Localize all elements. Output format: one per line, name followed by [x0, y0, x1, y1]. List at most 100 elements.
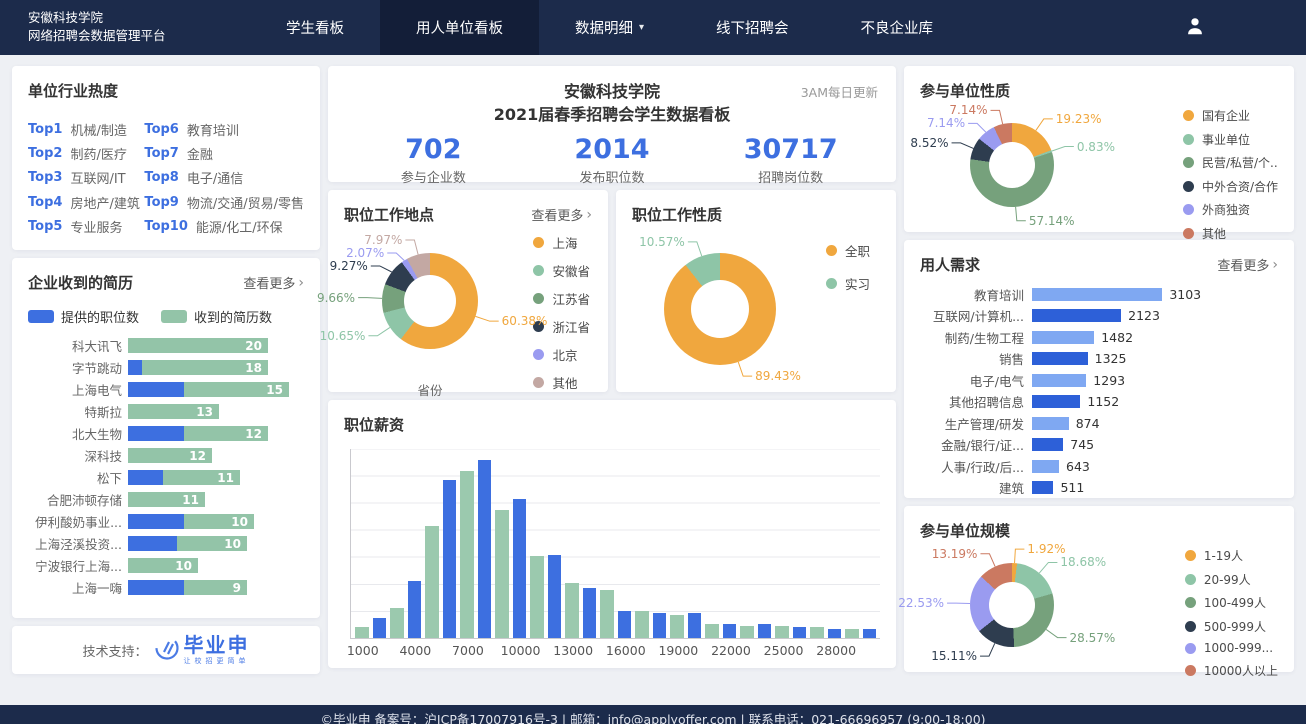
demand-category: 生产管理/研发	[920, 414, 1032, 433]
salary-x-axis: 1000400070001000013000160001900022000250…	[354, 639, 880, 659]
bar-value-label: 10	[175, 559, 198, 573]
salary-bin-bar	[513, 499, 527, 638]
industry-rank: Top4	[28, 195, 62, 210]
nav-item-employer-board[interactable]: 用人单位看板	[380, 0, 539, 55]
tech-support-label: 技术支持：	[82, 641, 147, 660]
legend-label: 上海	[552, 233, 577, 252]
industry-name: 物流/交通/贸易/零售	[187, 193, 304, 212]
legend-item: 北京	[533, 345, 590, 364]
legend-item: 外商独资	[1183, 201, 1278, 218]
legend-label: 江苏省	[552, 289, 590, 308]
slice-percent-label: 89.43%	[755, 369, 801, 383]
salary-bin-bar	[600, 590, 614, 638]
bar-value-label: 12	[189, 449, 212, 463]
nav-item-label: 不良企业库	[861, 17, 934, 38]
dashboard-body: 单位行业热度 Top1机械/制造Top2制药/医疗Top3互联网/ITTop4房…	[0, 55, 1306, 697]
legend-label: 安徽省	[552, 261, 590, 280]
industry-name: 制药/医疗	[70, 144, 126, 163]
legend-dot	[533, 349, 544, 360]
table-row: 电子/电气1293	[920, 373, 1278, 387]
nav-menu: 学生看板 用人单位看板数据明细▾线下招聘会 不良企业库	[250, 0, 969, 55]
industry-item: Top4房地产/建筑	[28, 190, 144, 214]
demand-category: 人事/行政/后...	[920, 457, 1032, 476]
demand-view-more-link[interactable]: 查看更多›	[1217, 255, 1278, 274]
company-name: 上海泾溪投资...	[28, 534, 128, 553]
nav-item-student-board[interactable]: 学生看板	[250, 0, 380, 55]
job-location-donut-chart: 60.38%10.65%9.66%9.27%2.07%7.97%省份	[344, 225, 516, 383]
provided-positions-bar	[128, 470, 163, 485]
table-row: 人事/行政/后...643	[920, 459, 1278, 473]
user-icon[interactable]	[1184, 15, 1206, 41]
salary-bin-bar	[548, 555, 562, 639]
app-logo: 安徽科技学院 网络招聘会数据管理平台	[0, 0, 250, 55]
job-location-view-more-link[interactable]: 查看更多›	[531, 205, 592, 224]
salary-bin-bar	[390, 608, 404, 638]
bar-value-label: 1152	[1087, 394, 1119, 409]
legend-label: 外商独资	[1202, 201, 1250, 218]
legend-dot	[826, 278, 837, 289]
legend-label: 提供的职位数	[61, 307, 139, 326]
bar-value-label: 10	[231, 515, 254, 529]
table-row: 宁波银行上海...10	[28, 558, 304, 573]
top-navbar: 安徽科技学院 网络招聘会数据管理平台 学生看板 用人单位看板数据明细▾线下招聘会 不…	[0, 0, 1306, 55]
industry-rank: Top10	[144, 219, 187, 234]
resumes-view-more-link[interactable]: 查看更多›	[243, 273, 304, 292]
demand-bar	[1032, 352, 1088, 365]
nav-item-data-detail[interactable]: 数据明细▾	[539, 0, 680, 55]
demand-category: 制药/生物工程	[920, 328, 1032, 347]
slice-percent-label: 0.83%	[1077, 140, 1115, 154]
demand-category: 销售	[920, 349, 1032, 368]
provided-positions-bar	[128, 536, 177, 551]
bar-value-label: 13	[196, 405, 219, 419]
legend-label: 1-19人	[1204, 547, 1243, 564]
table-row: 字节跳动18	[28, 360, 304, 375]
axis-tick-label: 22000	[711, 643, 751, 658]
legend-label: 民营/私营/个..	[1202, 154, 1278, 171]
demand-category: 互联网/计算机...	[920, 306, 1032, 325]
legend-dot	[1185, 574, 1196, 585]
received-resumes-bar: 11	[128, 492, 205, 507]
legend-swatch	[161, 310, 187, 323]
salary-bin-bar	[723, 624, 737, 638]
user-menu[interactable]	[1184, 0, 1306, 55]
salary-histogram: 1000400070001000013000160001900022000250…	[344, 449, 880, 659]
job-location-title: 职位工作地点	[344, 204, 434, 225]
nav-item-bad-companies[interactable]: 不良企业库	[825, 0, 970, 55]
provided-positions-bar	[128, 426, 184, 441]
salary-bin-bar	[408, 581, 422, 638]
legend-item: 实习	[826, 274, 870, 293]
stacked-bar: 10	[128, 536, 247, 551]
salary-bin-bar	[740, 626, 754, 638]
dashboard-title: 安徽科技学院 2021届春季招聘会学生数据看板	[344, 80, 880, 126]
unit-nature-donut-chart: 19.23%0.83%57.14%8.52%7.14%7.14%	[920, 101, 1116, 225]
legend-item: 1000-999...	[1185, 641, 1278, 655]
demand-category: 电子/电气	[920, 371, 1032, 390]
legend-dot	[1183, 110, 1194, 121]
stacked-bar: 15	[128, 382, 289, 397]
nav-item-label: 学生看板	[286, 17, 344, 38]
bar-value-label: 12	[245, 427, 268, 441]
slice-percent-label: 60.38%	[502, 314, 548, 328]
job-nature-legend: 全职实习	[826, 241, 880, 385]
company-resumes-card: 企业收到的简历 查看更多› 提供的职位数收到的简历数 科大讯飞20字节跳动18上…	[12, 258, 320, 618]
legend-dot	[1185, 597, 1196, 608]
industry-name: 电子/通信	[187, 168, 243, 187]
nav-item-offline-fair[interactable]: 线下招聘会	[680, 0, 825, 55]
demand-bar	[1032, 374, 1086, 387]
unit-scale-legend: 1-19人20-99人100-499人500-999人1000-999...10…	[1185, 547, 1278, 679]
slice-percent-label: 2.07%	[346, 246, 384, 260]
legend-dot	[533, 265, 544, 276]
company-name: 字节跳动	[28, 358, 128, 377]
salary-bin-bar	[425, 526, 439, 638]
salary-card: 职位薪资 10004000700010000130001600019000220…	[328, 400, 896, 668]
salary-bin-bar	[810, 627, 824, 638]
industry-rank: Top3	[28, 170, 62, 185]
stacked-bar: 10	[128, 558, 198, 573]
legend-label: 1000-999...	[1204, 641, 1273, 655]
salary-bin-bar	[530, 556, 544, 638]
legend-item: 20-99人	[1185, 571, 1278, 588]
legend-label: 中外合资/合作	[1202, 178, 1278, 195]
legend-dot	[533, 293, 544, 304]
legend-label: 实习	[845, 274, 870, 293]
company-name: 特斯拉	[28, 402, 128, 421]
